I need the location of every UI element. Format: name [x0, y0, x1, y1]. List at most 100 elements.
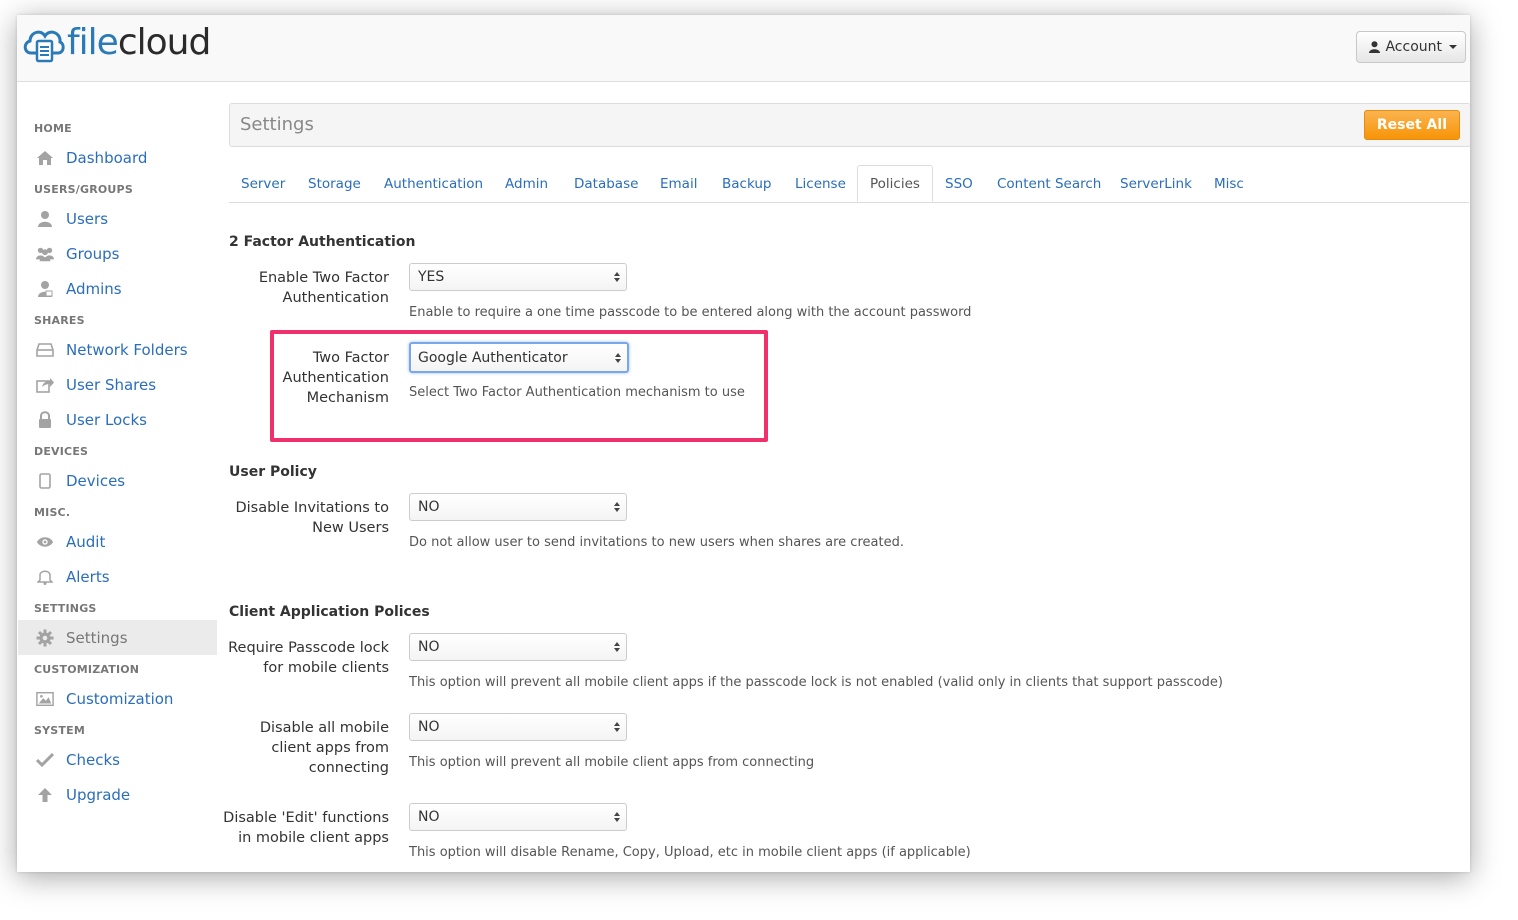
sidebar-item-user-shares[interactable]: User Shares: [18, 367, 217, 402]
tab-serverlink[interactable]: ServerLink: [1120, 165, 1192, 202]
select-value: YES: [418, 269, 445, 285]
disable-mobile-clients-select[interactable]: NO: [409, 713, 627, 741]
help-text: Enable to require a one time passcode to…: [409, 305, 972, 320]
sidebar-item-network-folders[interactable]: Network Folders: [18, 332, 217, 367]
sidebar-item-user-locks[interactable]: User Locks: [18, 402, 217, 437]
bell-icon: [36, 568, 54, 586]
app-window: filecloud Account HOME Dashboard USERS/G…: [17, 15, 1470, 872]
sidebar-section-system: SYSTEM: [34, 724, 85, 737]
tab-email[interactable]: Email: [660, 165, 697, 202]
group-icon: [36, 245, 54, 263]
arrow-up-icon: [36, 786, 54, 804]
sidebar-item-admins[interactable]: Admins: [18, 271, 217, 306]
tab-backup[interactable]: Backup: [722, 165, 772, 202]
sidebar-item-label: Users: [66, 209, 109, 228]
select-value: NO: [418, 499, 440, 515]
sidebar-item-dashboard[interactable]: Dashboard: [18, 140, 217, 175]
lock-icon: [36, 411, 54, 429]
device-icon: [36, 472, 54, 490]
field-label-enable-two-factor: Enable Two Factor Authentication: [259, 268, 389, 308]
sidebar-item-label: Customization: [66, 689, 174, 708]
label-line: Require Passcode lock: [228, 640, 389, 656]
page-title: Settings: [240, 114, 314, 135]
sidebar-section-customization: CUSTOMIZATION: [34, 663, 140, 676]
sidebar-item-label: User Locks: [66, 410, 147, 429]
top-bar: filecloud Account: [17, 15, 1470, 82]
section-title-client-app: Client Application Polices: [229, 604, 430, 620]
sidebar-item-settings[interactable]: Settings: [18, 620, 217, 655]
label-line: Enable Two Factor: [258, 270, 389, 286]
eye-icon: [36, 533, 54, 551]
sidebar-item-customization[interactable]: Customization: [18, 681, 217, 716]
tab-license[interactable]: License: [795, 165, 846, 202]
tab-database[interactable]: Database: [574, 165, 638, 202]
admin-icon: [36, 280, 54, 298]
disable-invitations-select[interactable]: NO: [409, 493, 627, 521]
check-icon: [36, 751, 54, 769]
select-value: NO: [418, 809, 440, 825]
help-text: Do not allow user to send invitations to…: [409, 535, 904, 550]
enable-two-factor-select[interactable]: YES: [409, 263, 627, 291]
sidebar-item-label: Alerts: [66, 567, 110, 586]
sidebar-item-label: Audit: [66, 532, 106, 551]
select-value: NO: [418, 719, 440, 735]
user-icon: [36, 210, 54, 228]
sidebar-item-users[interactable]: Users: [18, 201, 217, 236]
field-label-require-passcode: Require Passcode lock for mobile clients: [228, 638, 389, 678]
select-arrows-icon: [614, 502, 620, 512]
tab-policies[interactable]: Policies: [857, 165, 933, 202]
help-text: This option will prevent all mobile clie…: [409, 675, 1223, 690]
sidebar-item-alerts[interactable]: Alerts: [18, 559, 217, 594]
label-line: New Users: [312, 520, 389, 536]
select-value: NO: [418, 639, 440, 655]
sidebar-item-label: Checks: [66, 750, 120, 769]
help-text: This option will prevent all mobile clie…: [409, 755, 815, 770]
logo-text: filecloud: [67, 22, 211, 63]
tab-authentication[interactable]: Authentication: [384, 165, 483, 202]
tab-sso[interactable]: SSO: [945, 165, 973, 202]
sidebar-item-label: Admins: [66, 279, 122, 298]
sidebar-item-groups[interactable]: Groups: [18, 236, 217, 271]
sidebar-item-label: Network Folders: [66, 340, 188, 359]
share-icon: [36, 376, 54, 394]
sidebar-item-devices[interactable]: Devices: [18, 463, 217, 498]
label-line: client apps from: [271, 740, 389, 756]
sidebar-section-devices: DEVICES: [34, 445, 89, 458]
tab-storage[interactable]: Storage: [308, 165, 361, 202]
highlight-box: [270, 330, 768, 442]
sidebar-section-settings: SETTINGS: [34, 602, 97, 615]
account-button[interactable]: Account: [1356, 31, 1466, 63]
sidebar-item-audit[interactable]: Audit: [18, 524, 217, 559]
sidebar-item-label: Settings: [66, 628, 128, 647]
sidebar-section-users-groups: USERS/GROUPS: [34, 183, 133, 196]
tab-misc[interactable]: Misc: [1214, 165, 1244, 202]
tab-server[interactable]: Server: [241, 165, 285, 202]
label-line: connecting: [308, 760, 389, 776]
account-label: Account: [1385, 39, 1442, 55]
sidebar-item-upgrade[interactable]: Upgrade: [18, 777, 217, 812]
disable-edit-select[interactable]: NO: [409, 803, 627, 831]
sidebar-item-label: Groups: [66, 244, 120, 263]
help-text: This option will disable Rename, Copy, U…: [409, 845, 971, 860]
user-icon: [1369, 41, 1381, 53]
home-icon: [36, 149, 54, 167]
require-passcode-select[interactable]: NO: [409, 633, 627, 661]
select-arrows-icon: [614, 812, 620, 822]
drive-icon: [36, 341, 54, 359]
select-arrows-icon: [614, 642, 620, 652]
sidebar-item-label: Dashboard: [66, 148, 148, 167]
filecloud-logo[interactable]: filecloud: [21, 22, 211, 63]
sidebar-item-checks[interactable]: Checks: [18, 742, 217, 777]
section-title-two-factor: 2 Factor Authentication: [229, 234, 416, 250]
tab-content-search[interactable]: Content Search: [997, 165, 1101, 202]
label-line: Disable 'Edit' functions: [223, 810, 389, 826]
sidebar-item-label: User Shares: [66, 375, 157, 394]
reset-all-button[interactable]: Reset All: [1363, 110, 1460, 140]
field-label-disable-invitations: Disable Invitations to New Users: [235, 498, 389, 538]
field-label-disable-edit: Disable 'Edit' functions in mobile clien…: [223, 808, 389, 848]
sidebar-section-home: HOME: [34, 122, 72, 135]
settings-tabs: Server Storage Authentication Admin Data…: [229, 165, 1469, 203]
select-arrows-icon: [614, 722, 620, 732]
label-line: Disable Invitations to: [235, 500, 389, 516]
tab-admin[interactable]: Admin: [505, 165, 548, 202]
